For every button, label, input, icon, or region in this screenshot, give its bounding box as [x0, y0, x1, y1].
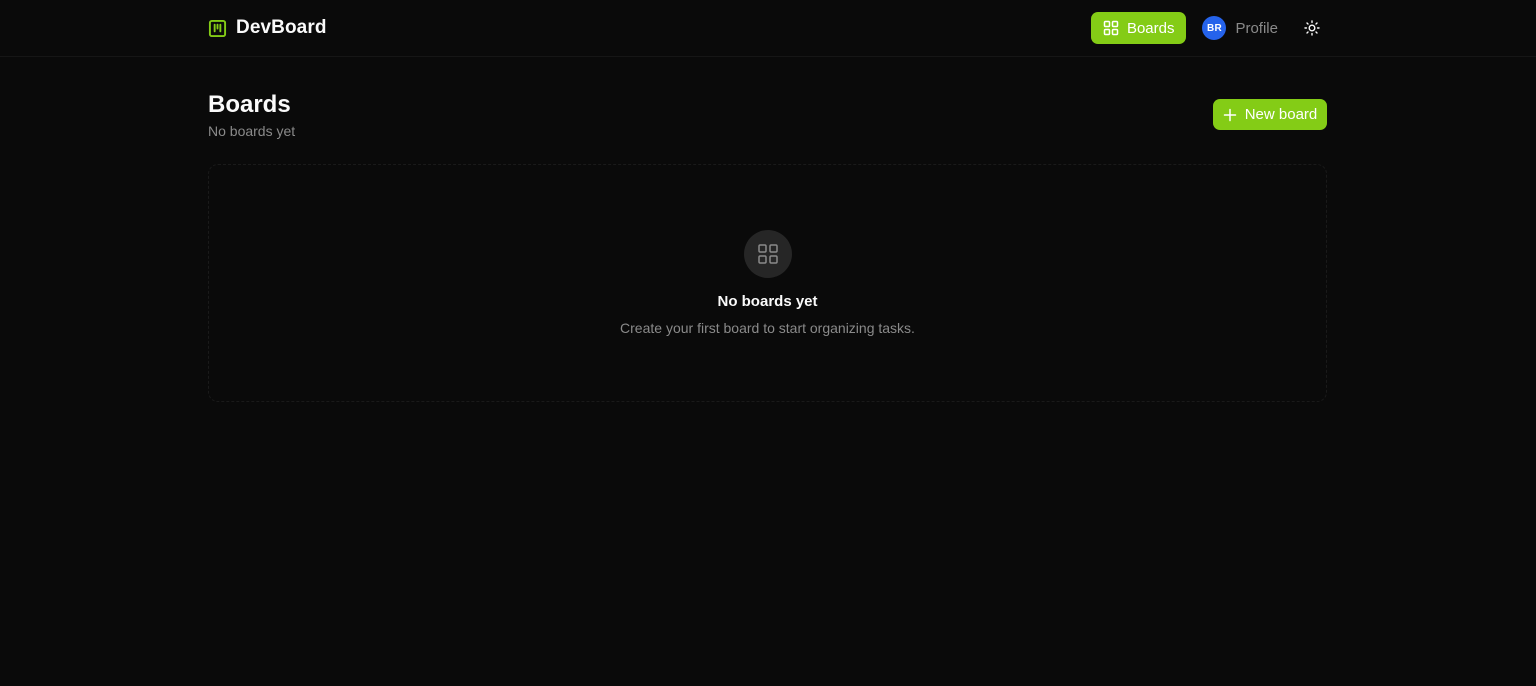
brand-link[interactable]: DevBoard: [208, 16, 327, 40]
empty-state-card: No boards yet Create your first board to…: [208, 164, 1327, 402]
app-name: DevBoard: [236, 17, 327, 38]
kanban-icon: [208, 19, 227, 37]
plus-icon: [1223, 108, 1236, 121]
sun-icon: [1304, 20, 1320, 36]
avatar: BR: [1202, 16, 1227, 40]
nav-boards-label: Boards: [1126, 19, 1175, 37]
nav-boards-button[interactable]: Boards: [1090, 12, 1187, 44]
page-title: Boards: [208, 91, 291, 118]
empty-state-icon-wrap: [744, 230, 792, 278]
top-navbar: DevBoard Boards BR Profile: [0, 0, 1536, 57]
grid-icon: [1103, 20, 1119, 36]
empty-state-description: Create your first board to start organiz…: [620, 320, 915, 336]
theme-toggle-button[interactable]: [1296, 12, 1328, 44]
new-board-button[interactable]: New board: [1213, 99, 1327, 130]
page-subtitle: No boards yet: [208, 123, 296, 139]
new-board-label: New board: [1244, 106, 1318, 123]
profile-label: Profile: [1235, 19, 1278, 37]
empty-state-title: No boards yet: [717, 293, 818, 310]
nav-links: Boards BR Profile: [1090, 12, 1328, 44]
grid-icon: [758, 244, 778, 264]
nav-profile-link[interactable]: BR Profile: [1202, 16, 1278, 40]
